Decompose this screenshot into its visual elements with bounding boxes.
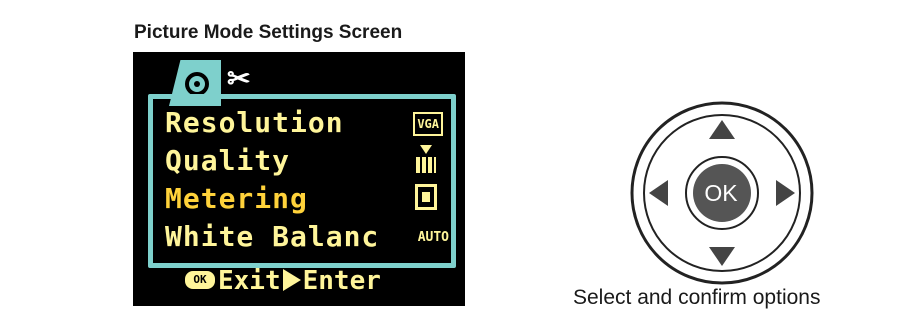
exit-hint-label: Exit (218, 266, 281, 296)
camera-lens-dot (194, 81, 200, 87)
ok-button-label: OK (704, 180, 738, 206)
lcd-footer-hints: OK Exit Enter (185, 266, 381, 296)
quality-grid-shape (416, 157, 436, 173)
menu-item-label: White Balanc (165, 220, 380, 253)
center-metering-icon (415, 184, 437, 210)
metering-center-shape (422, 192, 430, 202)
play-arrow-icon (282, 268, 301, 291)
page-title: Picture Mode Settings Screen (134, 22, 403, 43)
menu-item-resolution[interactable]: Resolution VGA (165, 105, 451, 141)
menu-item-label: Resolution (165, 106, 344, 139)
menu-item-white-balance[interactable]: White Balanc AUTO (165, 219, 451, 255)
quality-fine-icon (415, 145, 437, 175)
setup-wrench-icon[interactable]: ✂ (227, 64, 263, 94)
pad-caption: Select and confirm options (573, 286, 821, 309)
camera-lcd-screen: ✂ Resolution VGA Quality Metering White … (133, 52, 465, 306)
vga-resolution-icon: VGA (413, 112, 443, 136)
settings-menu: Resolution VGA Quality Metering White Ba… (148, 94, 456, 268)
control-pad: OK (628, 98, 818, 288)
menu-item-label: Quality (165, 144, 291, 177)
auto-wb-icon: AUTO (417, 230, 449, 245)
enter-hint-label: Enter (302, 266, 381, 296)
ok-button-badge: OK (185, 270, 215, 289)
menu-item-quality[interactable]: Quality (165, 143, 451, 179)
quality-arrow-shape (420, 145, 432, 154)
menu-item-label: Metering (165, 182, 308, 215)
menu-item-metering[interactable]: Metering (165, 181, 451, 217)
